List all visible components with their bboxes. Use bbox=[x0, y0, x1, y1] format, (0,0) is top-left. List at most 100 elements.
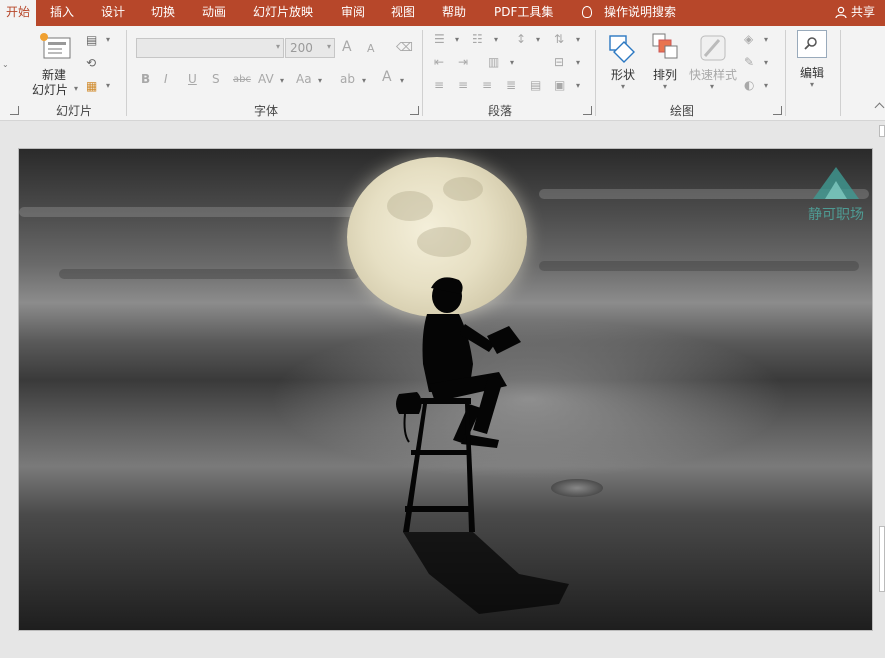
section-icon[interactable]: ▦ bbox=[86, 79, 97, 93]
shape-fill-dropdown-icon: ▾ bbox=[764, 35, 769, 44]
grow-font-icon[interactable]: A bbox=[342, 40, 352, 54]
char-spacing-dropdown-icon: ▾ bbox=[280, 76, 285, 85]
slides-launcher-icon[interactable] bbox=[10, 106, 19, 115]
tab-view[interactable]: 视图 bbox=[391, 0, 415, 26]
align-text-icon[interactable]: ⊟ bbox=[554, 55, 564, 69]
reset-icon[interactable]: ⟲ bbox=[86, 56, 96, 70]
scrollbar-thumb[interactable] bbox=[879, 526, 885, 592]
moon-crater bbox=[443, 177, 483, 201]
smartart-icon[interactable]: ▣ bbox=[554, 78, 565, 92]
font-size-value: 200 bbox=[290, 41, 313, 55]
tab-home[interactable]: 开始 bbox=[0, 0, 37, 26]
tell-me-label: 操作说明搜索 bbox=[604, 5, 677, 19]
layout-icon[interactable]: ▤ bbox=[86, 33, 97, 47]
ribbon-tab-bar: 开始 插入 设计 切换 动画 幻灯片放映 审阅 视图 帮助 PDF工具集 操作说… bbox=[0, 0, 885, 26]
change-case-button[interactable]: Aa bbox=[296, 72, 312, 86]
font-name-dropdown-icon: ▾ bbox=[275, 42, 280, 51]
tab-review[interactable]: 审阅 bbox=[341, 0, 365, 26]
group-separator bbox=[422, 30, 423, 116]
tab-slideshow[interactable]: 幻灯片放映 bbox=[253, 0, 313, 26]
highlight-dropdown-icon: ▾ bbox=[362, 76, 367, 85]
columns-dropdown-icon: ▾ bbox=[510, 58, 515, 67]
share-button[interactable]: 共享 bbox=[835, 0, 875, 26]
line-spacing-icon[interactable]: ↕ bbox=[516, 32, 526, 46]
tab-help[interactable]: 帮助 bbox=[442, 0, 466, 26]
bullets-icon[interactable]: ☰ bbox=[434, 32, 445, 46]
tab-pdf-tools[interactable]: PDF工具集 bbox=[494, 0, 553, 26]
watermark-logo: 静可职场 bbox=[808, 163, 864, 224]
group-label-slides: 幻灯片 bbox=[56, 104, 93, 118]
align-center-icon[interactable]: ≡ bbox=[458, 78, 468, 92]
tab-design[interactable]: 设计 bbox=[101, 0, 125, 26]
collapse-chevron-icon[interactable]: ⌄ bbox=[2, 60, 9, 69]
arrange-dropdown-icon: ▾ bbox=[663, 82, 668, 91]
collapse-ribbon-icon[interactable] bbox=[874, 102, 885, 113]
align-right-icon[interactable]: ≡ bbox=[482, 78, 492, 92]
shape-outline-icon[interactable]: ✎ bbox=[744, 55, 754, 69]
font-size-combo[interactable]: 200 ▾ bbox=[285, 38, 335, 58]
shape-fill-icon[interactable]: ◈ bbox=[744, 32, 753, 46]
scrollbar-top-marker[interactable] bbox=[879, 125, 885, 137]
font-launcher-icon[interactable] bbox=[410, 106, 419, 115]
font-color-dropdown-icon: ▾ bbox=[400, 76, 405, 85]
rock-image bbox=[551, 479, 603, 497]
bold-button[interactable]: B bbox=[141, 72, 150, 86]
editing-dropdown-icon: ▾ bbox=[810, 80, 815, 89]
reader-silhouette-image bbox=[396, 277, 569, 614]
distributed-icon[interactable]: ▤ bbox=[530, 78, 541, 92]
group-separator bbox=[126, 30, 127, 116]
editing-label: 编辑 bbox=[800, 66, 825, 80]
tab-transitions[interactable]: 切换 bbox=[151, 0, 175, 26]
clear-format-icon[interactable]: ⌫ bbox=[396, 40, 413, 54]
group-label-drawing: 绘图 bbox=[670, 104, 695, 118]
cloud-streak bbox=[539, 261, 859, 271]
justify-icon[interactable]: ≣ bbox=[506, 78, 516, 92]
tab-animations[interactable]: 动画 bbox=[202, 0, 226, 26]
moon-crater bbox=[417, 227, 471, 257]
shadow-button[interactable]: S bbox=[212, 72, 220, 86]
shapes-icon bbox=[609, 35, 635, 63]
text-direction-icon[interactable]: ⇅ bbox=[554, 32, 564, 46]
person-icon bbox=[835, 6, 847, 18]
new-slide-dropdown-icon: ▾ bbox=[74, 84, 79, 93]
align-left-icon[interactable]: ≡ bbox=[434, 78, 444, 92]
tell-me-search[interactable]: 操作说明搜索 bbox=[582, 0, 676, 26]
slide-canvas[interactable]: 静可职场 bbox=[18, 148, 873, 631]
shrink-font-icon[interactable]: A bbox=[367, 42, 375, 56]
cloud-streak bbox=[19, 207, 359, 217]
bullets-dropdown-icon: ▾ bbox=[455, 35, 460, 44]
paragraph-launcher-icon[interactable] bbox=[583, 106, 592, 115]
decrease-indent-icon[interactable]: ⇤ bbox=[434, 55, 444, 69]
underline-button[interactable]: U bbox=[188, 72, 197, 86]
shape-effects-icon[interactable]: ◐ bbox=[744, 78, 754, 92]
shape-effects-dropdown-icon: ▾ bbox=[764, 81, 769, 90]
increase-indent-icon[interactable]: ⇥ bbox=[458, 55, 468, 69]
font-color-button[interactable]: A bbox=[382, 70, 392, 84]
section-dropdown-icon: ▾ bbox=[106, 81, 111, 90]
columns-icon[interactable]: ▥ bbox=[488, 55, 499, 69]
quick-styles-label: 快速样式 bbox=[689, 68, 738, 82]
lightbulb-icon bbox=[582, 6, 592, 18]
smartart-dropdown-icon: ▾ bbox=[576, 81, 581, 90]
numbering-icon[interactable]: ☷ bbox=[472, 32, 483, 46]
highlight-icon[interactable]: ab bbox=[340, 72, 355, 86]
change-case-dropdown-icon: ▾ bbox=[318, 76, 323, 85]
quick-styles-dropdown-icon: ▾ bbox=[710, 82, 715, 91]
strikethrough-button[interactable]: abc bbox=[233, 73, 251, 87]
mountain-logo-icon bbox=[813, 167, 859, 199]
text-direction-dropdown-icon: ▾ bbox=[576, 35, 581, 44]
group-separator bbox=[785, 30, 786, 116]
line-spacing-dropdown-icon: ▾ bbox=[536, 35, 541, 44]
new-slide-label-2: 幻灯片 bbox=[32, 83, 69, 97]
group-label-font: 字体 bbox=[254, 104, 279, 118]
search-icon bbox=[797, 30, 827, 58]
italic-button[interactable]: I bbox=[164, 72, 168, 86]
cloud-streak bbox=[59, 269, 359, 279]
tab-insert[interactable]: 插入 bbox=[50, 0, 74, 26]
font-name-combo[interactable]: ▾ bbox=[136, 38, 284, 58]
shapes-dropdown-icon: ▾ bbox=[621, 82, 626, 91]
char-spacing-button[interactable]: AV bbox=[258, 72, 274, 86]
group-separator bbox=[595, 30, 596, 116]
quick-styles-icon bbox=[700, 35, 726, 61]
drawing-launcher-icon[interactable] bbox=[773, 106, 782, 115]
